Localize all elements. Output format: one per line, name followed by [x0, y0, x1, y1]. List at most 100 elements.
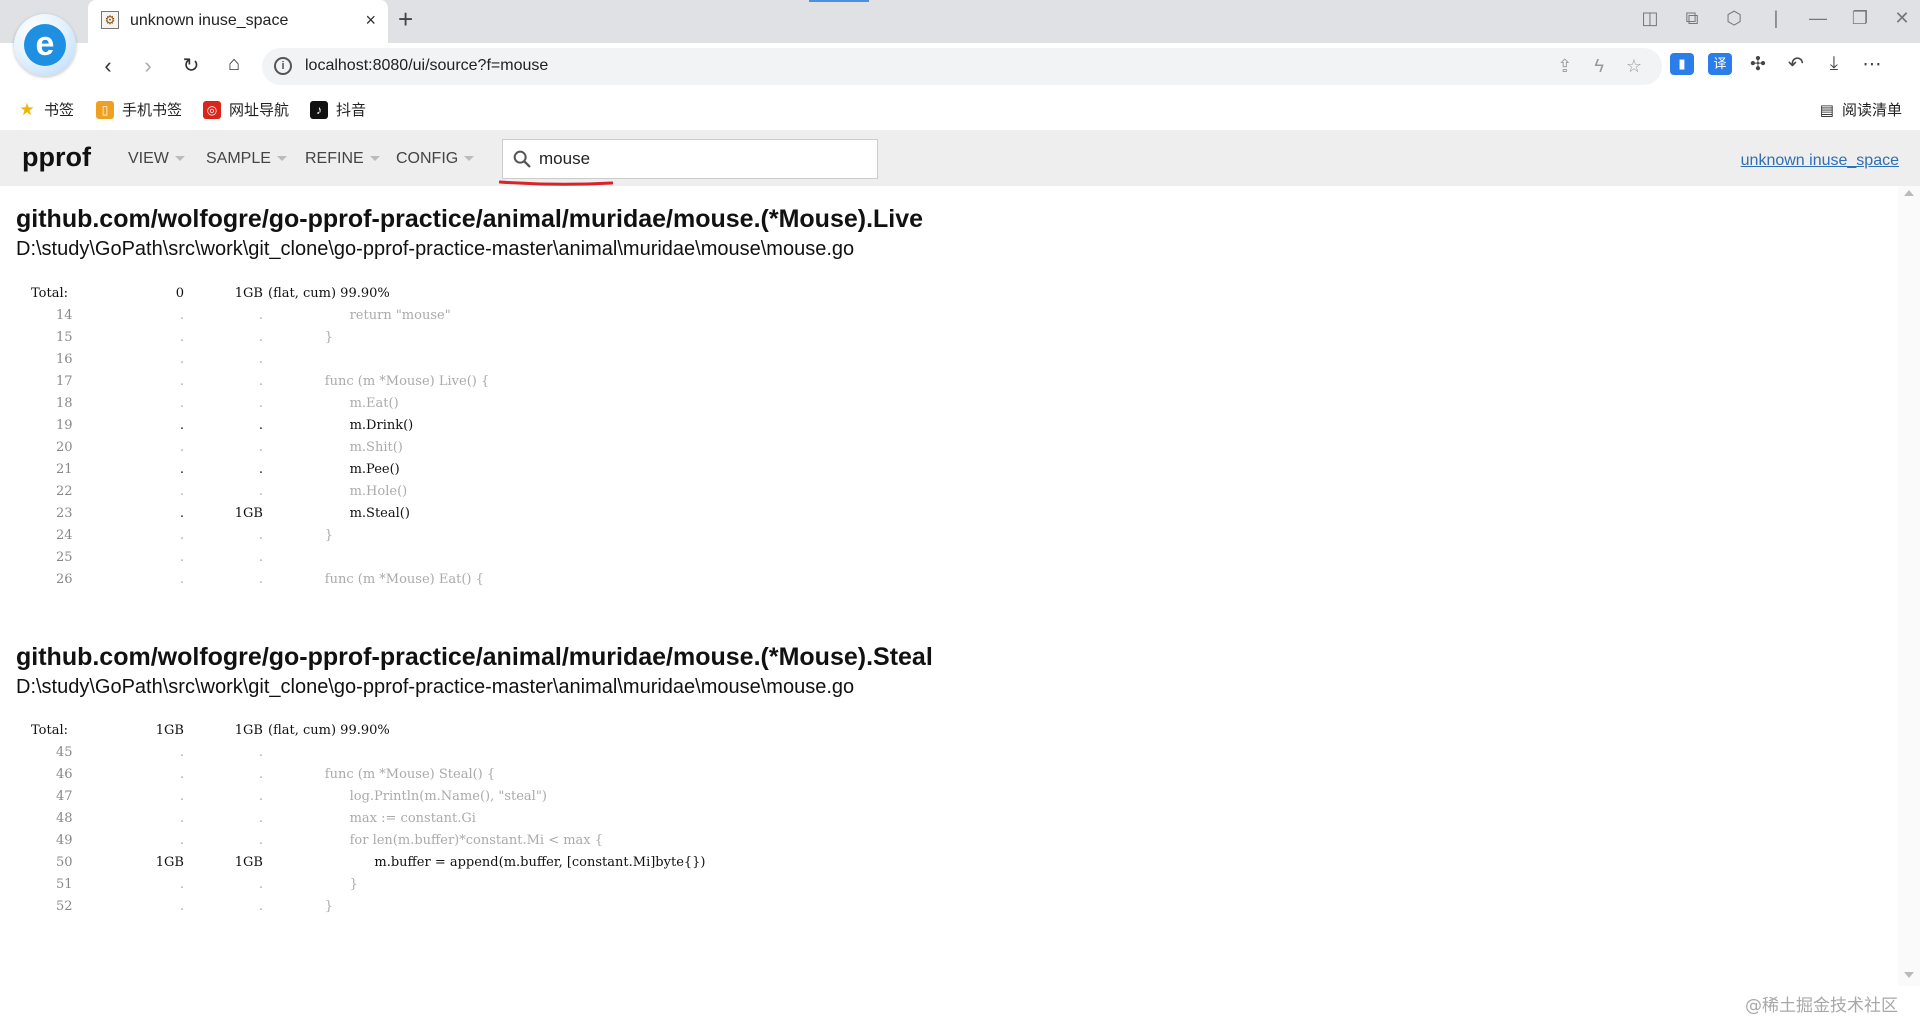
chevron-down-icon [276, 156, 287, 162]
browser-tab-active[interactable]: ⚙ unknown inuse_space × [88, 0, 388, 43]
flat-value: . [179, 767, 184, 782]
share-icon[interactable]: ⇪ [1557, 56, 1572, 77]
source-line: 47.. log.Println(m.Name(), "steal") [0, 786, 1000, 808]
bookmark-item-douyin[interactable]: ♪ 抖音 [310, 99, 366, 120]
bookmark-item-mobile[interactable]: ▯ 手机书签 [96, 99, 182, 120]
profile-name-link[interactable]: unknown inuse_space [1741, 152, 1899, 170]
undo-icon[interactable]: ↶ [1784, 53, 1808, 76]
collections-icon[interactable]: ⧉ [1682, 8, 1702, 29]
source-line: 50 1GB 1GB m.buffer = append(m.buffer, [co… [0, 852, 1000, 874]
bookmark-item-navigation[interactable]: ◎ 网址导航 [203, 99, 289, 120]
download-icon[interactable]: ⤓ [1822, 53, 1846, 76]
line-number: 52 [56, 899, 73, 914]
source-line: 45.. [0, 742, 1000, 764]
bookmark-item-bookmarks[interactable]: ★ 书签 [18, 99, 74, 120]
reading-list-button[interactable]: ▤ 阅读清单 [1820, 99, 1902, 120]
address-url[interactable]: localhost:8080/ui/source?f=mouse [305, 57, 548, 75]
code-text: func (m *Mouse) Live() { [300, 374, 490, 389]
home-icon[interactable]: ⌂ [220, 53, 248, 76]
code-text: log.Println(m.Name(), "steal") [300, 789, 547, 804]
flat-value: . [179, 833, 184, 848]
source-line: 49.. for len(m.buffer)*constant.Mi < max… [0, 830, 1000, 852]
line-number: 24 [56, 528, 73, 543]
menu-label: VIEW [128, 150, 169, 167]
translate-icon[interactable]: 译 [1708, 53, 1732, 75]
code-text: } [300, 877, 358, 892]
line-number: 50 [56, 855, 73, 870]
source-line: 21.. m.Pee() [0, 459, 1000, 481]
flat-value: . [179, 811, 184, 826]
line-number: 47 [56, 789, 73, 804]
search-input[interactable] [539, 148, 859, 170]
reading-list-icon: ▤ [1819, 101, 1834, 119]
new-tab-button[interactable]: + [398, 4, 413, 35]
cum-value: . [258, 899, 263, 914]
cum-value: . [258, 396, 263, 411]
cum-value: . [258, 811, 263, 826]
sidebar-toggle-icon[interactable]: ◫ [1640, 8, 1660, 29]
cum-value: . [258, 308, 263, 323]
chevron-down-icon [464, 156, 475, 162]
code-text: m.Eat() [300, 396, 399, 411]
site-info-icon[interactable]: i [274, 57, 292, 75]
code-text: } [300, 528, 334, 543]
bookmark-label: 手机书签 [122, 102, 183, 119]
more-menu-icon[interactable]: ⋯ [1860, 53, 1884, 76]
line-number: 21 [56, 462, 73, 477]
menu-label: CONFIG [396, 150, 459, 167]
tab-favicon-icon: ⚙ [101, 11, 119, 29]
extension-shield-icon[interactable]: ▮ [1670, 53, 1694, 75]
bookmark-label: 网址导航 [229, 102, 290, 119]
menu-view[interactable]: VIEW [128, 150, 185, 168]
cum-value: . [258, 745, 263, 760]
source-line: 20.. m.Shit() [0, 437, 1000, 459]
line-number: 20 [56, 440, 73, 455]
forward-icon[interactable]: › [134, 53, 162, 79]
flat-value: . [179, 330, 184, 345]
menu-refine[interactable]: REFINE [305, 150, 380, 168]
line-number: 16 [56, 352, 73, 367]
code-text: for len(m.buffer)*constant.Mi < max { [300, 833, 604, 848]
favorite-star-icon[interactable]: ☆ [1626, 56, 1642, 77]
menu-label: SAMPLE [206, 150, 271, 167]
source-line: 14.. return "mouse" [0, 305, 1000, 327]
browser-logo[interactable]: e [14, 14, 76, 76]
cum-value: . [258, 352, 263, 367]
close-window-icon[interactable]: ✕ [1892, 8, 1912, 29]
restore-icon[interactable]: ❐ [1850, 8, 1870, 29]
source-line: 16.. [0, 349, 1000, 371]
search-icon [513, 150, 531, 168]
extensions-icon[interactable]: ✣ [1746, 53, 1770, 76]
back-icon[interactable]: ‹ [94, 53, 122, 79]
extensions-shirt-icon[interactable]: ⬡ [1724, 8, 1744, 29]
source-file-path: D:\study\GoPath\src\work\git_clone\go-pp… [16, 676, 855, 698]
vertical-scrollbar[interactable] [1898, 186, 1920, 986]
window-controls: ◫ ⧉ ⬡ | — ❐ ✕ [1640, 8, 1912, 29]
cum-value: . [258, 767, 263, 782]
line-number: 25 [56, 550, 73, 565]
total-flat: 1GB [155, 723, 184, 738]
menu-sample[interactable]: SAMPLE [206, 150, 287, 168]
scroll-up-icon[interactable] [1904, 190, 1914, 196]
source-line: 24.. } [0, 525, 1000, 547]
menu-label: REFINE [305, 150, 364, 167]
line-number: 49 [56, 833, 73, 848]
source-listing: Total: 1GB 1GB (flat, cum) 99.90% 45.. 46… [0, 720, 1000, 918]
scroll-down-icon[interactable] [1904, 972, 1914, 978]
menu-config[interactable]: CONFIG [396, 150, 475, 168]
reload-icon[interactable]: ↻ [177, 53, 205, 78]
minimize-icon[interactable]: — [1808, 8, 1828, 29]
search-box[interactable] [502, 139, 878, 179]
code-text: return "mouse" [300, 308, 451, 323]
tab-close-icon[interactable]: × [365, 10, 376, 31]
cum-value: . [258, 462, 263, 477]
chevron-down-icon [174, 156, 185, 162]
address-bar[interactable]: i localhost:8080/ui/source?f=mouse ⇪ ϟ ☆ [262, 48, 1662, 85]
chevron-down-icon [369, 156, 380, 162]
flat-value: . [179, 506, 184, 521]
source-line: 15.. } [0, 327, 1000, 349]
lightning-icon[interactable]: ϟ [1594, 56, 1604, 77]
browser-toolbar: ▮ 译 ✣ ↶ ⤓ ⋯ [1670, 53, 1884, 76]
source-line: 25.. [0, 547, 1000, 569]
source-file-path: D:\study\GoPath\src\work\git_clone\go-pp… [16, 238, 855, 260]
